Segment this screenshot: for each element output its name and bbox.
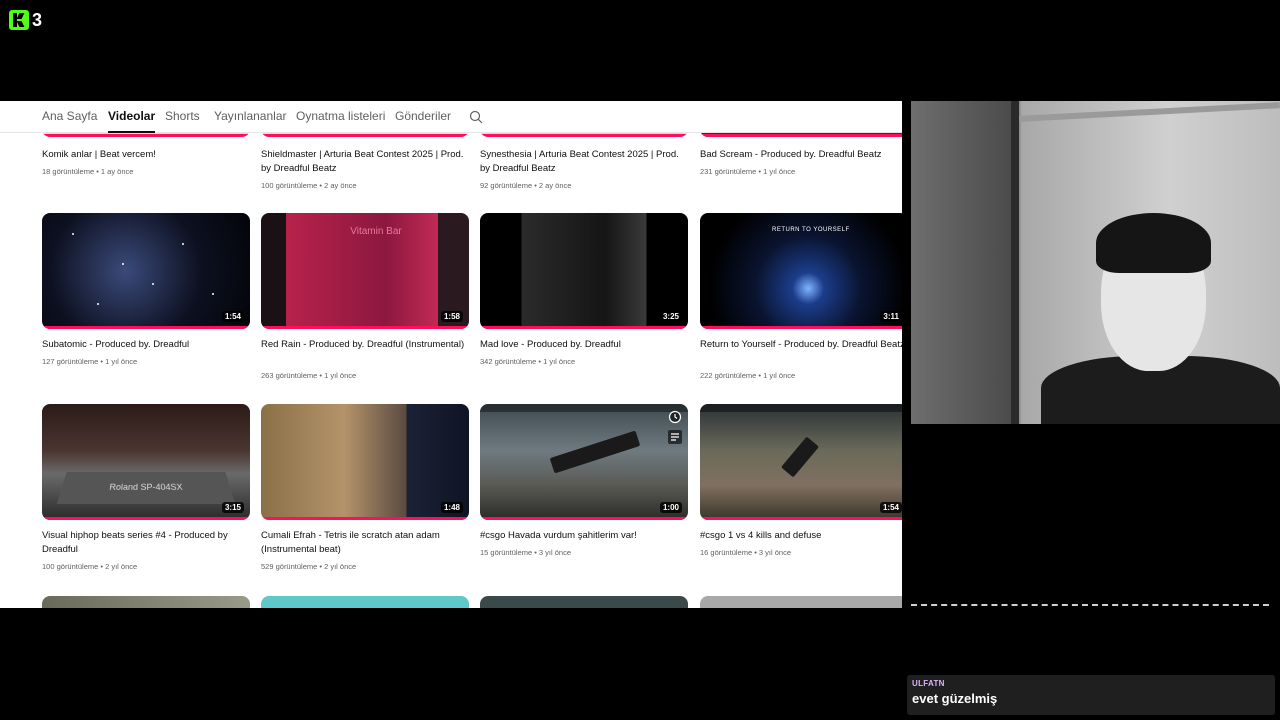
video-thumbnail[interactable]	[42, 596, 250, 608]
video-thumbnail[interactable]: 1:48	[261, 404, 469, 520]
tab-playlists[interactable]: Oynatma listeleri	[296, 109, 385, 133]
video-title[interactable]: Mad love - Produced by. Dreadful	[480, 338, 685, 352]
tab-live[interactable]: Yayınlananlar	[214, 109, 287, 133]
thumbnail-text: RETURN TO YOURSELF	[772, 227, 850, 233]
video-thumbnail[interactable]	[700, 596, 902, 608]
video-thumbnail[interactable]: Roland SP-404SX 3:15	[42, 404, 250, 520]
tab-shorts[interactable]: Shorts	[165, 109, 200, 133]
video-duration: 3:11	[880, 311, 902, 322]
video-meta: 263 görüntüleme • 1 yıl önce	[261, 371, 357, 380]
video-thumbnail[interactable]: Vitamin Bar 1:58	[261, 213, 469, 329]
chat-text: evet güzelmiş	[912, 691, 998, 706]
video-meta: 100 görüntüleme • 2 ay önce	[261, 181, 357, 190]
video-title[interactable]: Red Rain - Produced by. Dreadful (Instru…	[261, 338, 466, 352]
video-duration: 1:58	[440, 311, 463, 322]
video-meta: 92 görüntüleme • 2 ay önce	[480, 181, 572, 190]
video-meta: 18 görüntüleme • 1 ay önce	[42, 167, 134, 176]
watch-later-icon[interactable]	[668, 410, 682, 424]
video-thumbnail[interactable]: RETURN TO YOURSELF 3:11	[700, 213, 902, 329]
video-title[interactable]: Cumali Efrah - Tetris ile scratch atan a…	[261, 529, 466, 557]
video-meta: 231 görüntüleme • 1 yıl önce	[700, 167, 796, 176]
webcam-feed	[911, 101, 1280, 424]
divider	[911, 604, 1269, 606]
youtube-channel-panel: Ana Sayfa Videolar Shorts Yayınlananlar …	[0, 101, 902, 608]
video-duration: 1:54	[221, 311, 244, 322]
video-duration: 1:54	[879, 502, 902, 513]
video-duration: 1:48	[440, 502, 463, 513]
video-title[interactable]: Return to Yourself - Produced by. Dreadf…	[700, 338, 902, 352]
tab-videos[interactable]: Videolar	[108, 109, 156, 133]
video-meta: 100 görüntüleme • 2 yıl önce	[42, 562, 138, 571]
chat-username: ULFATN	[912, 679, 945, 688]
video-title[interactable]: Synesthesia | Arturia Beat Contest 2025 …	[480, 148, 685, 176]
video-title[interactable]: #csgo Havada vurdum şahitlerim var!	[480, 529, 685, 543]
video-thumbnail[interactable]	[261, 596, 469, 608]
video-meta: 342 görüntüleme • 1 yıl önce	[480, 357, 576, 366]
video-title[interactable]: Bad Scream - Produced by. Dreadful Beatz	[700, 148, 902, 162]
video-meta: 16 görüntüleme • 3 yıl önce	[700, 548, 792, 557]
tab-home[interactable]: Ana Sayfa	[42, 109, 97, 133]
search-icon[interactable]	[469, 110, 483, 124]
video-meta: 222 görüntüleme • 1 yıl önce	[700, 371, 796, 380]
add-to-queue-icon[interactable]	[668, 430, 682, 444]
video-duration: 3:15	[221, 502, 244, 513]
video-duration: 3:25	[659, 311, 682, 322]
kick-logo-icon	[9, 10, 29, 30]
chat-message: ULFATN evet güzelmiş	[907, 675, 1275, 715]
video-title[interactable]: #csgo 1 vs 4 kills and defuse	[700, 529, 902, 543]
video-thumbnail[interactable]	[480, 596, 688, 608]
thumbnail-text: Vitamin Bar	[350, 226, 402, 237]
video-title[interactable]: Subatomic - Produced by. Dreadful	[42, 338, 247, 352]
video-thumbnail[interactable]: 1:54	[42, 213, 250, 329]
tab-posts[interactable]: Gönderiler	[395, 109, 451, 133]
video-meta: 127 görüntüleme • 1 yıl önce	[42, 357, 138, 366]
video-thumbnail[interactable]: 1:54	[700, 404, 902, 520]
video-thumbnail[interactable]: 3:25	[480, 213, 688, 329]
thumbnail-text: Roland SP-404SX	[56, 471, 236, 504]
channel-tabs: Ana Sayfa Videolar Shorts Yayınlananlar …	[0, 101, 902, 133]
viewer-count: 3	[32, 10, 43, 30]
stream-overlay: 3 Ana Sayfa Videolar Shorts Yayınlananla…	[0, 0, 1280, 720]
video-meta: 15 görüntüleme • 3 yıl önce	[480, 548, 572, 557]
video-meta: 529 görüntüleme • 2 yıl önce	[261, 562, 357, 571]
video-title[interactable]: Komik anlar | Beat vercem!	[42, 148, 247, 162]
video-title[interactable]: Shieldmaster | Arturia Beat Contest 2025…	[261, 148, 466, 176]
video-thumbnail[interactable]: 1:00	[480, 404, 688, 520]
video-title[interactable]: Visual hiphop beats series #4 - Produced…	[42, 529, 247, 557]
video-duration: 1:00	[659, 502, 682, 513]
